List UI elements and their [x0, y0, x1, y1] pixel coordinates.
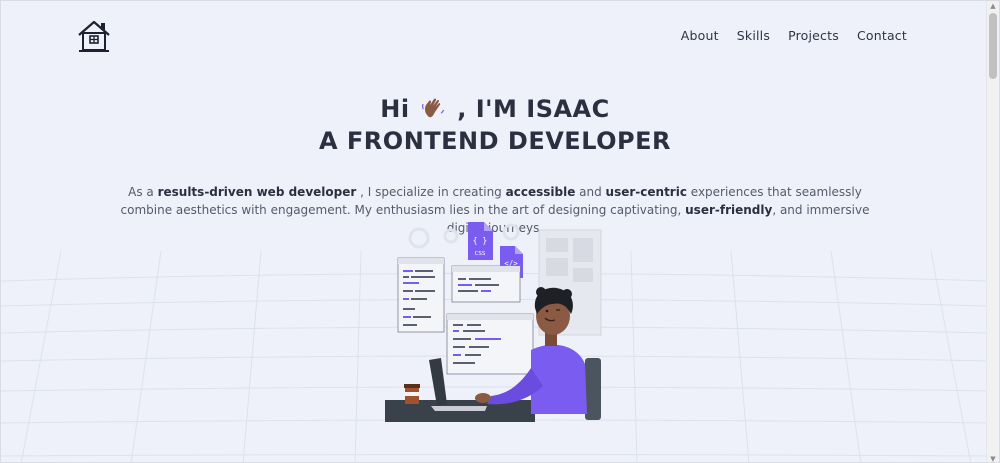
coffee-cup-icon	[404, 384, 420, 404]
intro-bold-2: accessible	[505, 185, 576, 199]
css-file-icon: { } CSS	[468, 222, 493, 260]
intro-text-1: As a	[128, 185, 158, 199]
nav-skills-link[interactable]: Skills	[737, 28, 770, 43]
portfolio-page: About Skills Projects Contact Hi , I'M I…	[0, 0, 1000, 463]
greeting-line: Hi , I'M ISAAC	[1, 93, 989, 125]
hero-heading: Hi , I'M ISAAC A FRONTEND DEVELOPER	[1, 93, 989, 157]
role-line: A FRONTEND DEVELOPER	[318, 127, 671, 155]
page-scrollbar[interactable]: ▲ ▼	[986, 1, 999, 462]
nav-about-link[interactable]: About	[681, 28, 719, 43]
intro-bold-3: user-centric	[605, 185, 687, 199]
svg-text:{ }: { }	[473, 236, 487, 245]
scrollbar-thumb[interactable]	[989, 13, 997, 79]
home-logo-icon[interactable]	[76, 18, 112, 54]
intro-text-2: , I specialize in creating	[356, 185, 506, 199]
intro-bold-4: user-friendly	[685, 203, 773, 217]
waving-hand-icon	[422, 98, 445, 118]
main-nav: About Skills Projects Contact	[681, 28, 907, 43]
nav-projects-link[interactable]: Projects	[788, 28, 839, 43]
intro-bold-1: results-driven web developer	[157, 185, 357, 199]
scroll-up-icon[interactable]: ▲	[987, 1, 999, 11]
greeting-hi: Hi	[380, 95, 410, 123]
nav-contact-link[interactable]: Contact	[857, 28, 907, 43]
scroll-down-icon[interactable]: ▼	[987, 454, 999, 462]
developer-illustration: { } CSS </>	[385, 222, 602, 422]
intro-text-3: and	[575, 185, 606, 199]
svg-text:CSS: CSS	[475, 251, 486, 257]
greeting-name: , I'M ISAAC	[457, 95, 610, 123]
